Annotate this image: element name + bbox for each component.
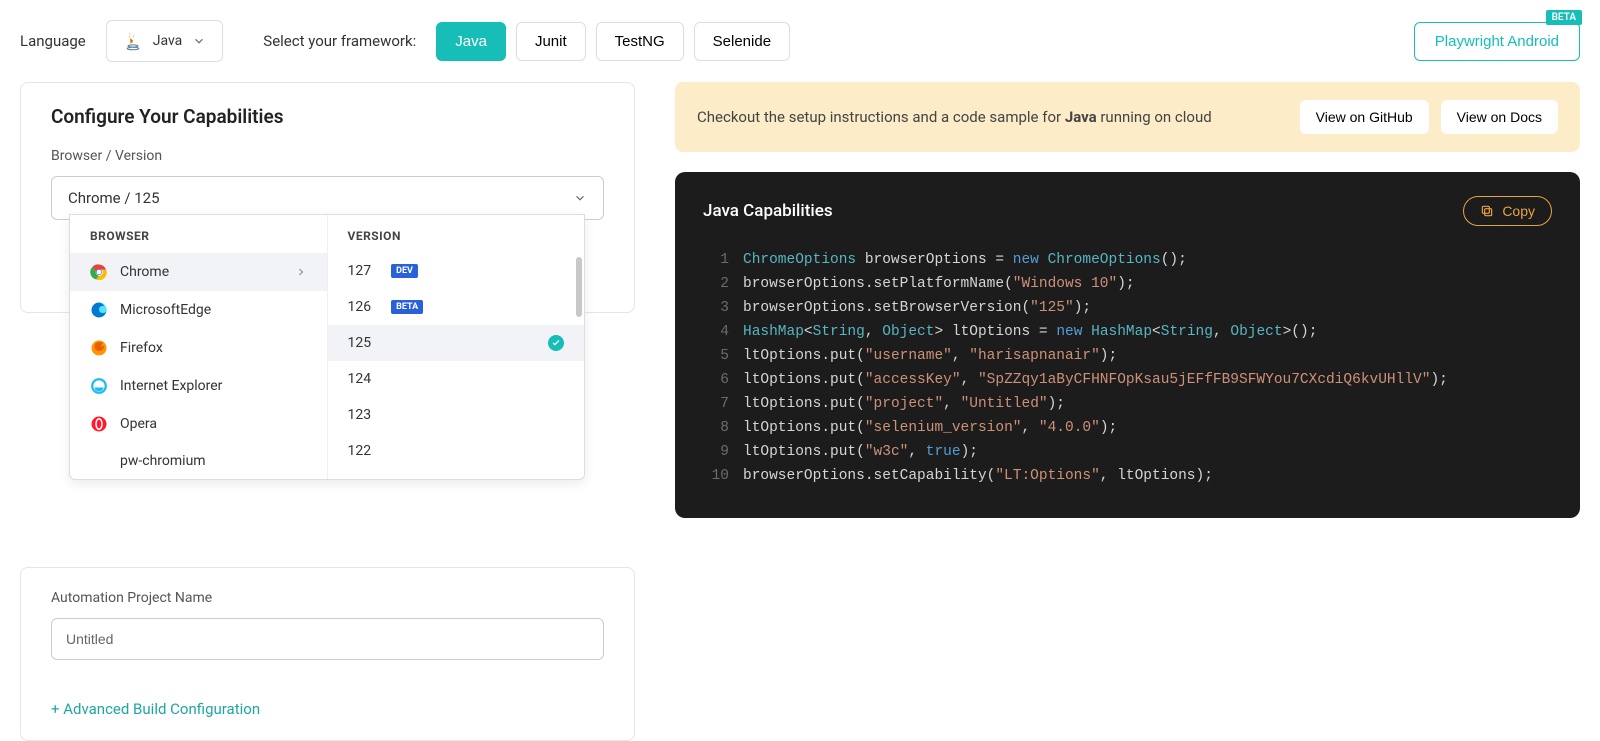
browser-name: Opera xyxy=(120,416,157,432)
beta-badge: BETA xyxy=(1546,10,1582,25)
view-github-button[interactable]: View on GitHub xyxy=(1300,100,1429,134)
browser-opera[interactable]: Opera xyxy=(70,405,327,443)
code-line: 1ChromeOptions browserOptions = new Chro… xyxy=(703,248,1552,272)
ie-icon xyxy=(90,377,108,395)
java-icon xyxy=(123,31,143,51)
version-value: 125 xyxy=(348,335,372,351)
advanced-config-link[interactable]: + Advanced Build Configuration xyxy=(51,700,604,718)
framework-buttons: Java Junit TestNG Selenide xyxy=(436,22,790,61)
framework-junit[interactable]: Junit xyxy=(516,22,586,61)
framework-label: Select your framework: xyxy=(263,32,416,50)
version-124[interactable]: 124 xyxy=(328,361,585,397)
edge-icon xyxy=(90,301,108,319)
configure-title: Configure Your Capabilities xyxy=(51,105,604,128)
project-name-label: Automation Project Name xyxy=(51,590,604,606)
language-select[interactable]: Java xyxy=(106,20,224,62)
playwright-android-button[interactable]: Playwright Android xyxy=(1414,22,1580,61)
project-card: Automation Project Name + Advanced Build… xyxy=(20,567,635,741)
version-column-header: VERSION xyxy=(328,215,585,253)
version-122[interactable]: 122 xyxy=(328,433,585,469)
version-value: 124 xyxy=(348,371,372,387)
browser-name: Internet Explorer xyxy=(120,378,222,394)
code-line: 2browserOptions.setPlatformName("Windows… xyxy=(703,272,1552,296)
beta-tag: BETA xyxy=(391,300,423,314)
version-127[interactable]: 127 DEV xyxy=(328,253,585,289)
version-125[interactable]: 125 xyxy=(328,325,585,361)
copy-icon xyxy=(1480,204,1494,218)
code-block[interactable]: 1ChromeOptions browserOptions = new Chro… xyxy=(703,248,1552,488)
framework-selenide[interactable]: Selenide xyxy=(694,22,790,61)
browser-firefox[interactable]: Firefox xyxy=(70,329,327,367)
framework-java[interactable]: Java xyxy=(436,22,506,61)
code-title: Java Capabilities xyxy=(703,201,833,221)
code-card: Java Capabilities Copy 1ChromeOptions br… xyxy=(675,172,1580,518)
version-value: 126 xyxy=(348,299,372,315)
banner-text: Checkout the setup instructions and a co… xyxy=(697,108,1288,126)
version-value: 123 xyxy=(348,407,372,423)
dev-tag: DEV xyxy=(391,264,418,278)
browser-ie[interactable]: Internet Explorer xyxy=(70,367,327,405)
browser-name: Firefox xyxy=(120,340,163,356)
browser-column-header: BROWSER xyxy=(70,215,327,253)
code-line: 7ltOptions.put("project", "Untitled"); xyxy=(703,392,1552,416)
code-line: 4HashMap<String, Object> ltOptions = new… xyxy=(703,320,1552,344)
browser-edge[interactable]: MicrosoftEdge xyxy=(70,291,327,329)
browser-pw-chromium[interactable]: pw-chromium xyxy=(70,443,327,479)
framework-testng[interactable]: TestNG xyxy=(596,22,684,61)
code-line: 5ltOptions.put("username", "harisapnanai… xyxy=(703,344,1552,368)
browser-name: Chrome xyxy=(120,264,169,280)
view-docs-button[interactable]: View on Docs xyxy=(1441,100,1558,134)
code-line: 10browserOptions.setCapability("LT:Optio… xyxy=(703,464,1552,488)
version-value: 127 xyxy=(348,263,372,279)
info-banner: Checkout the setup instructions and a co… xyxy=(675,82,1580,152)
code-line: 8ltOptions.put("selenium_version", "4.0.… xyxy=(703,416,1552,440)
version-value: 122 xyxy=(348,443,372,459)
browser-version-label: Browser / Version xyxy=(51,148,604,164)
opera-icon xyxy=(90,415,108,433)
firefox-icon xyxy=(90,339,108,357)
project-name-input[interactable] xyxy=(51,618,604,660)
language-value: Java xyxy=(153,33,183,49)
chevron-right-icon xyxy=(295,266,307,278)
browser-version-value: Chrome / 125 xyxy=(68,189,160,207)
chevron-down-icon xyxy=(573,191,587,205)
copy-button[interactable]: Copy xyxy=(1463,196,1552,226)
version-126[interactable]: 126 BETA xyxy=(328,289,585,325)
browser-chrome[interactable]: Chrome xyxy=(70,253,327,291)
code-line: 6ltOptions.put("accessKey", "SpZZqy1aByC… xyxy=(703,368,1552,392)
browser-name: pw-chromium xyxy=(120,453,206,469)
code-line: 9ltOptions.put("w3c", true); xyxy=(703,440,1552,464)
check-icon xyxy=(548,335,564,351)
browser-version-dropdown: BROWSER Chrome MicrosoftEdge Firefox Int… xyxy=(69,214,585,480)
language-label: Language xyxy=(20,32,86,50)
chrome-icon xyxy=(90,263,108,281)
browser-name: MicrosoftEdge xyxy=(120,302,211,318)
chevron-down-icon xyxy=(192,34,206,48)
version-123[interactable]: 123 xyxy=(328,397,585,433)
code-line: 3browserOptions.setBrowserVersion("125")… xyxy=(703,296,1552,320)
